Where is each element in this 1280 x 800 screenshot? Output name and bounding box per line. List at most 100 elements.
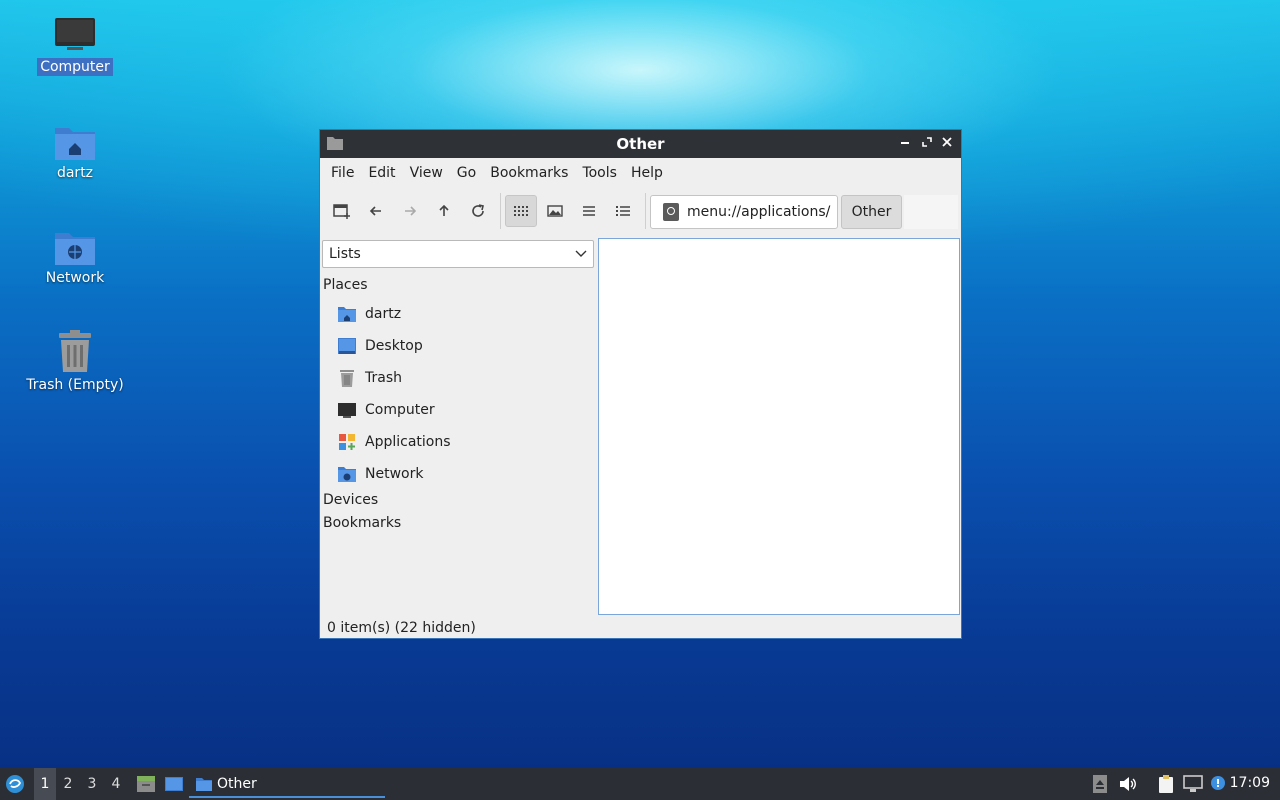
active-task-indicator xyxy=(189,796,385,798)
up-button[interactable] xyxy=(428,195,460,227)
place-label: Computer xyxy=(365,402,435,418)
tray-volume-button[interactable] xyxy=(1117,768,1139,800)
detailed-list-icon xyxy=(616,206,630,216)
menu-view[interactable]: View xyxy=(403,165,450,181)
icon-view-button[interactable] xyxy=(505,195,537,227)
tray-clipboard-button[interactable] xyxy=(1155,768,1177,800)
close-icon xyxy=(942,137,952,147)
back-button[interactable] xyxy=(360,195,392,227)
volume-icon xyxy=(1120,777,1136,791)
compact-view-button[interactable] xyxy=(573,195,605,227)
trash-icon xyxy=(59,330,91,372)
place-item-computer[interactable]: Computer xyxy=(337,398,435,422)
workspace-3[interactable]: 3 xyxy=(80,768,104,800)
workspace-1[interactable]: 1 xyxy=(34,768,56,800)
home-folder-icon xyxy=(338,307,356,322)
desktop-icon xyxy=(338,338,356,354)
new-tab-icon xyxy=(333,204,350,219)
desktop-icon-home[interactable]: dartz xyxy=(20,122,130,182)
folder-view[interactable] xyxy=(598,238,960,615)
side-pane-mode-select[interactable]: Lists xyxy=(322,240,594,268)
task-label: Other xyxy=(217,776,257,792)
window-titlebar[interactable]: Other xyxy=(320,130,961,158)
tray-notification-button[interactable] xyxy=(1208,768,1228,800)
applications-icon xyxy=(339,434,355,450)
devices-heading[interactable]: Devices xyxy=(323,492,378,508)
thumbnail-view-button[interactable] xyxy=(539,195,571,227)
menu-go[interactable]: Go xyxy=(450,165,483,181)
taskbar-window-other[interactable]: Other xyxy=(189,768,385,800)
menu-edit[interactable]: Edit xyxy=(361,165,402,181)
clock[interactable]: 17:09 xyxy=(1230,775,1270,791)
place-label: Desktop xyxy=(365,338,423,354)
chevron-down-icon xyxy=(575,250,587,257)
location-bar[interactable]: menu://applications/ xyxy=(650,195,838,229)
file-manager-icon xyxy=(137,776,155,792)
toolbar-separator xyxy=(645,193,646,229)
maximize-icon xyxy=(922,137,932,147)
grid-view-icon xyxy=(514,206,528,216)
side-pane-mode-value: Lists xyxy=(329,246,361,262)
network-icon xyxy=(1183,775,1203,792)
menu-help[interactable]: Help xyxy=(624,165,670,181)
file-manager-window: Other File Edit View Go Bookmarks Tools … xyxy=(319,129,962,639)
workspace-4[interactable]: 4 xyxy=(104,768,128,800)
new-tab-button[interactable] xyxy=(326,195,358,227)
desktop-icon-computer[interactable]: Computer xyxy=(20,16,130,76)
location-icon xyxy=(663,203,679,221)
tray-network-button[interactable] xyxy=(1182,768,1204,800)
desktop-icon-label: Computer xyxy=(37,58,113,76)
reload-icon xyxy=(472,204,484,217)
side-pane: Lists Places dartz Desktop Trash Compute… xyxy=(320,238,596,614)
desktop-icon xyxy=(165,777,183,791)
home-folder-icon xyxy=(55,128,95,160)
tray-eject-button[interactable] xyxy=(1090,768,1110,800)
desktop-icon-label: Trash (Empty) xyxy=(26,377,124,393)
show-desktop-button[interactable] xyxy=(160,768,188,800)
path-button-other[interactable]: Other xyxy=(841,195,902,229)
bookmarks-heading[interactable]: Bookmarks xyxy=(323,515,401,531)
folder-icon xyxy=(196,778,212,791)
desktop-icon-trash[interactable]: Trash (Empty) xyxy=(20,330,130,394)
trash-icon xyxy=(340,370,354,387)
place-label: dartz xyxy=(365,306,402,322)
menu-tools[interactable]: Tools xyxy=(575,165,624,181)
workspace-2[interactable]: 2 xyxy=(56,768,80,800)
place-item-applications[interactable]: Applications xyxy=(337,430,451,454)
place-item-home[interactable]: dartz xyxy=(337,302,401,326)
maximize-button[interactable] xyxy=(918,135,936,153)
location-text: menu://applications/ xyxy=(687,204,831,220)
status-bar-text: 0 item(s) (22 hidden) xyxy=(327,620,476,636)
file-manager-launcher[interactable] xyxy=(132,768,160,800)
close-button[interactable] xyxy=(938,135,956,153)
place-item-trash[interactable]: Trash xyxy=(337,366,402,390)
forward-button[interactable] xyxy=(394,195,426,227)
place-label: Applications xyxy=(365,434,451,450)
arrow-right-icon xyxy=(405,206,417,216)
minimize-button[interactable] xyxy=(896,135,914,153)
start-menu-button[interactable] xyxy=(0,768,30,800)
path-bar-space xyxy=(904,195,958,229)
place-item-network[interactable]: Network xyxy=(337,462,423,486)
menubar: File Edit View Go Bookmarks Tools Help xyxy=(320,158,961,188)
place-label: Network xyxy=(365,466,424,482)
places-heading[interactable]: Places xyxy=(323,277,368,293)
menu-file[interactable]: File xyxy=(324,165,361,181)
computer-icon xyxy=(338,403,356,418)
place-item-desktop[interactable]: Desktop xyxy=(337,334,423,358)
detailed-list-button[interactable] xyxy=(607,195,639,227)
image-view-icon xyxy=(547,205,563,217)
menu-bookmarks[interactable]: Bookmarks xyxy=(483,165,575,181)
eject-icon xyxy=(1093,775,1107,793)
desktop-icon-network[interactable]: Network xyxy=(20,227,130,287)
arrow-up-icon xyxy=(439,204,449,216)
lxqt-logo-icon xyxy=(6,775,24,793)
compact-list-icon xyxy=(583,206,595,216)
reload-button[interactable] xyxy=(462,195,494,227)
minimize-icon xyxy=(901,142,909,144)
network-folder-icon xyxy=(55,233,95,265)
taskbar: 1 2 3 4 Other 17:09 xyxy=(0,768,1280,800)
window-title: Other xyxy=(616,135,665,153)
arrow-left-icon xyxy=(369,206,381,216)
toolbar: menu://applications/ Other xyxy=(320,188,961,234)
